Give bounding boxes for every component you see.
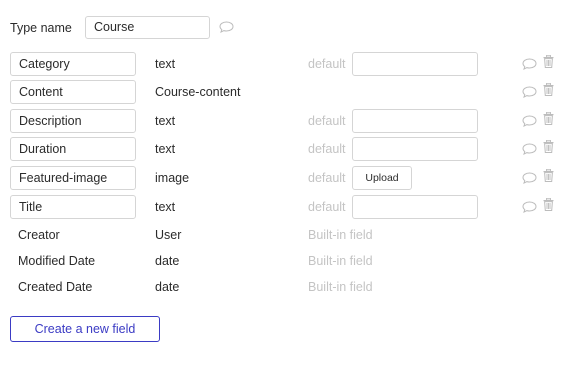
comment-icon[interactable] [522,201,537,213]
default-label: default [308,200,346,214]
type-comment-icon[interactable] [219,21,234,33]
comment-icon[interactable] [522,115,537,127]
type-name-label: Type name [10,21,72,35]
field-name-input[interactable]: Duration [10,137,136,161]
default-value-input[interactable] [352,195,478,219]
field-row: Content Course-content [0,80,578,104]
trash-icon[interactable] [543,112,554,125]
builtin-field-row: Modified Date date Built-in field [0,249,578,273]
trash-icon[interactable] [543,198,554,211]
comment-icon[interactable] [522,58,537,70]
field-row: Title text default [0,195,578,219]
default-label: default [308,114,346,128]
field-type-label: text [155,142,176,156]
default-value-input[interactable] [352,52,478,76]
builtin-field-name: Created Date [18,280,93,294]
upload-button[interactable]: Upload [352,166,412,190]
builtin-field-note: Built-in field [308,228,373,242]
field-row: Category text default [0,52,578,76]
field-row: Description text default [0,109,578,133]
comment-icon[interactable] [522,143,537,155]
data-type-editor: Type name Course Category text default Cont… [0,0,578,365]
builtin-field-row: Created Date date Built-in field [0,275,578,299]
field-type-label: date [155,280,180,294]
field-name-input[interactable]: Content [10,80,136,104]
field-type-label: text [155,57,176,71]
builtin-field-row: Creator User Built-in field [0,223,578,247]
default-label: default [308,142,346,156]
field-type-label: image [155,171,190,185]
default-value-input[interactable] [352,109,478,133]
default-label: default [308,57,346,71]
comment-icon[interactable] [522,172,537,184]
field-type-label: text [155,114,176,128]
trash-icon[interactable] [543,169,554,182]
field-name-input[interactable]: Featured-image [10,166,136,190]
field-row: Duration text default [0,137,578,161]
trash-icon[interactable] [543,83,554,96]
comment-icon[interactable] [522,86,537,98]
field-type-label: User [155,228,182,242]
field-name-input[interactable]: Title [10,195,136,219]
field-type-label: Course-content [155,85,241,99]
builtin-field-name: Modified Date [18,254,96,268]
field-row: Featured-image image default Upload [0,166,578,190]
default-value-input[interactable] [352,137,478,161]
builtin-field-note: Built-in field [308,254,373,268]
create-new-field-button[interactable]: Create a new field [10,316,160,342]
type-name-input[interactable]: Course [85,16,210,39]
builtin-field-name: Creator [18,228,60,242]
default-label: default [308,171,346,185]
field-name-input[interactable]: Category [10,52,136,76]
builtin-field-note: Built-in field [308,280,373,294]
field-type-label: text [155,200,176,214]
field-type-label: date [155,254,180,268]
trash-icon[interactable] [543,55,554,68]
trash-icon[interactable] [543,140,554,153]
field-name-input[interactable]: Description [10,109,136,133]
